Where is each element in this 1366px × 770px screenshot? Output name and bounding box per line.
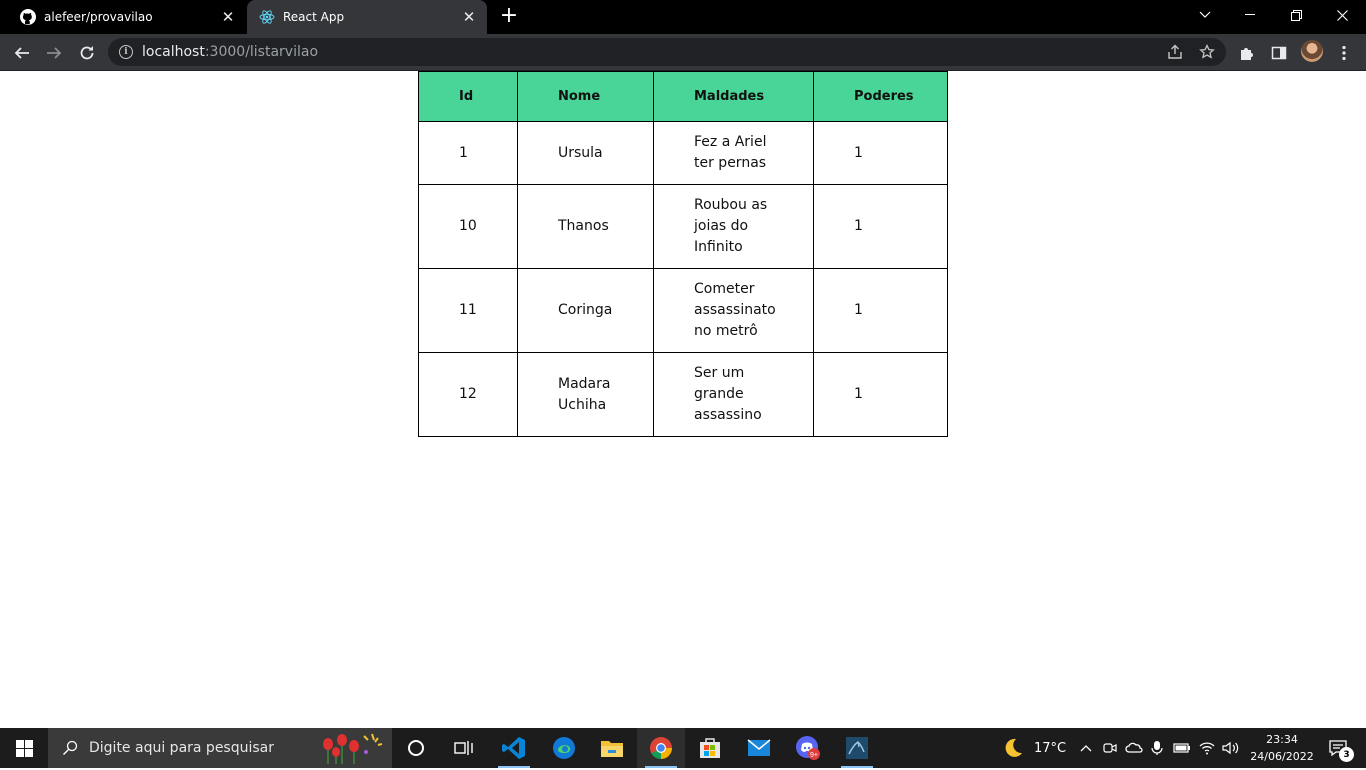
- notification-count-badge: 3: [1339, 747, 1354, 762]
- notification-center-icon[interactable]: 3: [1318, 728, 1358, 768]
- header-maldades: Maldades: [653, 71, 814, 122]
- cell-maldades: Roubou as joias do Infinito: [653, 184, 814, 269]
- meet-now-icon[interactable]: [1103, 728, 1117, 768]
- github-icon: [20, 9, 36, 25]
- back-arrow-icon[interactable]: [9, 40, 35, 66]
- cortana-icon[interactable]: [392, 728, 440, 768]
- cell-id: 11: [418, 268, 518, 353]
- chrome-icon[interactable]: [637, 728, 685, 768]
- cell-poderes: 1: [813, 184, 948, 269]
- cell-nome: Thanos: [517, 184, 654, 269]
- clock-time: 23:34: [1266, 733, 1298, 746]
- cell-nome: Ursula: [517, 121, 654, 185]
- weather-temperature: 17°C: [1034, 740, 1067, 756]
- header-id: Id: [418, 71, 518, 122]
- cell-id: 12: [418, 352, 518, 437]
- flowers-search-highlight-icon: [316, 730, 388, 766]
- restore-button[interactable]: [1273, 0, 1319, 30]
- cell-poderes: 1: [813, 352, 948, 437]
- react-icon: [259, 9, 275, 25]
- close-window-button[interactable]: [1319, 0, 1365, 30]
- page-content: Id Nome Maldades Poderes 1 Ursula Fez a …: [0, 71, 1366, 728]
- reload-icon[interactable]: [74, 40, 100, 66]
- bookmark-star-icon[interactable]: [1198, 43, 1216, 61]
- site-info-icon[interactable]: i: [119, 45, 133, 59]
- cell-maldades: Fez a Ariel ter pernas: [653, 121, 814, 185]
- forward-arrow-icon[interactable]: [41, 40, 67, 66]
- address-bar[interactable]: i localhost:3000/listarvilao: [108, 38, 1226, 66]
- tab-title: React App: [283, 10, 345, 24]
- side-panel-icon[interactable]: [1266, 40, 1292, 66]
- store-icon[interactable]: [686, 728, 734, 768]
- tab-github[interactable]: alefeer/provavilao ✕: [8, 0, 246, 34]
- mail-icon[interactable]: [735, 728, 783, 768]
- cell-maldades: Ser um grande assassino: [653, 352, 814, 437]
- task-view-icon[interactable]: [440, 728, 488, 768]
- cell-nome: Madara Uchiha: [517, 352, 654, 437]
- svg-text:9+: 9+: [810, 752, 818, 759]
- edge-icon[interactable]: [540, 728, 588, 768]
- villains-table: Id Nome Maldades Poderes 1 Ursula Fez a …: [418, 71, 948, 437]
- browser-tab-strip: alefeer/provavilao ✕ React App ✕ +: [0, 0, 1366, 34]
- cell-nome: Coringa: [517, 268, 654, 353]
- taskbar-search-box[interactable]: Digite aqui para pesquisar: [48, 728, 392, 768]
- taskbar-clock[interactable]: 23:34 24/06/2022: [1250, 731, 1314, 765]
- onedrive-icon[interactable]: [1125, 728, 1143, 768]
- extensions-puzzle-icon[interactable]: [1234, 40, 1260, 66]
- discord-icon[interactable]: 9+: [784, 728, 832, 768]
- moon-icon: [1002, 737, 1024, 759]
- tab-search-chevron-icon[interactable]: [1182, 0, 1228, 30]
- header-nome: Nome: [517, 71, 654, 122]
- new-tab-button[interactable]: +: [497, 5, 521, 29]
- cell-id: 10: [418, 184, 518, 269]
- battery-icon[interactable]: [1173, 728, 1191, 768]
- table-header-row: Id Nome Maldades Poderes: [418, 71, 948, 122]
- share-icon[interactable]: [1166, 43, 1184, 61]
- minimize-button[interactable]: [1227, 0, 1273, 30]
- clock-date: 24/06/2022: [1250, 750, 1314, 763]
- tab-title: alefeer/provavilao: [44, 10, 153, 24]
- file-explorer-icon[interactable]: [588, 728, 636, 768]
- cell-id: 1: [418, 121, 518, 185]
- cell-poderes: 1: [813, 121, 948, 185]
- menu-kebab-icon[interactable]: [1331, 40, 1357, 66]
- close-icon[interactable]: ✕: [461, 8, 477, 26]
- table-row: 11 Coringa Cometer assassinato no metrô …: [418, 268, 948, 353]
- windows-start-icon[interactable]: [0, 728, 48, 768]
- close-icon[interactable]: ✕: [220, 8, 236, 26]
- weather-widget[interactable]: 17°C: [1002, 728, 1066, 768]
- profile-avatar[interactable]: [1301, 40, 1323, 62]
- table-row: 10 Thanos Roubou as joias do Infinito 1: [418, 184, 948, 269]
- vscode-icon[interactable]: [490, 728, 538, 768]
- browser-toolbar: i localhost:3000/listarvilao: [0, 34, 1366, 71]
- microphone-icon[interactable]: [1151, 728, 1163, 768]
- cell-poderes: 1: [813, 268, 948, 353]
- url-text: localhost:3000/listarvilao: [142, 44, 319, 60]
- header-poderes: Poderes: [813, 71, 948, 122]
- table-row: 1 Ursula Fez a Ariel ter pernas 1: [418, 121, 948, 185]
- mysql-workbench-icon[interactable]: [833, 728, 881, 768]
- table-row: 12 Madara Uchiha Ser um grande assassino…: [418, 352, 948, 437]
- windows-taskbar: Digite aqui para pesquisar 9+ 17°C 23:34…: [0, 728, 1366, 768]
- volume-icon[interactable]: [1222, 728, 1240, 768]
- search-icon: [62, 740, 78, 756]
- show-hidden-icons-chevron-icon[interactable]: [1080, 728, 1092, 768]
- tab-react-app[interactable]: React App ✕: [247, 0, 487, 34]
- search-placeholder: Digite aqui para pesquisar: [89, 740, 275, 756]
- wifi-icon[interactable]: [1199, 728, 1215, 768]
- cell-maldades: Cometer assassinato no metrô: [653, 268, 814, 353]
